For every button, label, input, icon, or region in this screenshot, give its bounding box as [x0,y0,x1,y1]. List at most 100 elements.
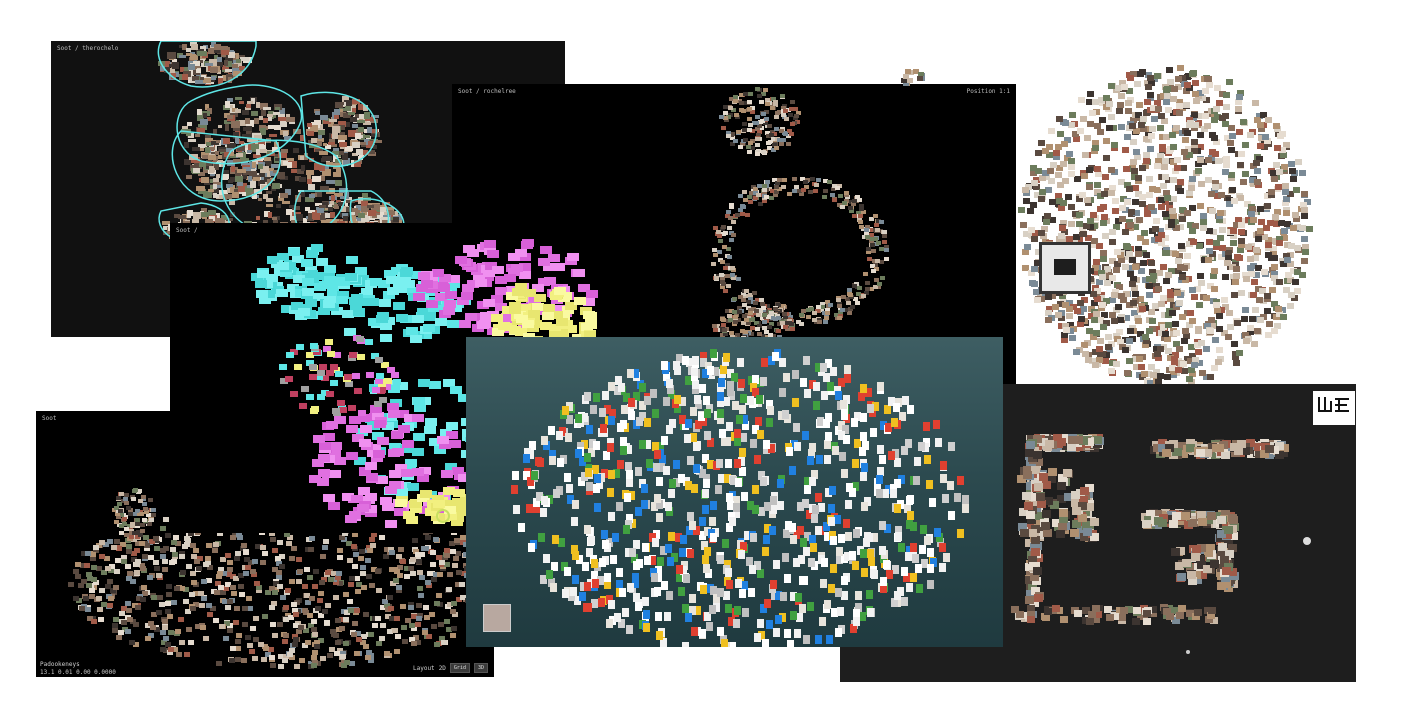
thumbnail[interactable] [1300,213,1308,220]
thumbnail[interactable] [92,544,99,550]
thumbnail[interactable] [871,249,877,254]
thumbnail[interactable] [134,558,141,564]
thumbnail[interactable] [1124,133,1132,140]
thumbnail[interactable] [212,542,219,548]
thumbnail[interactable] [1206,248,1214,255]
thumbnail[interactable] [864,227,869,232]
thumbnail[interactable] [1175,76,1183,83]
thumbnail[interactable] [1217,515,1227,524]
thumbnail[interactable] [762,320,768,325]
thumbnail[interactable] [1171,321,1179,328]
thumbnail[interactable] [436,593,443,599]
thumbnail[interactable] [1167,292,1175,299]
thumbnail[interactable] [1098,273,1106,280]
thumbnail[interactable] [1158,146,1166,153]
thumbnail[interactable] [721,224,727,229]
thumbnail[interactable] [904,69,911,75]
thumbnail[interactable] [270,663,277,669]
thumbnail[interactable] [1040,522,1050,531]
thumbnail[interactable] [1175,612,1184,620]
thumbnail[interactable] [754,86,760,91]
thumbnail[interactable] [424,535,431,541]
thumbnail[interactable] [178,639,185,645]
thumbnail[interactable] [336,570,343,576]
thumbnail[interactable] [1109,311,1117,318]
thumbnail[interactable] [324,602,331,608]
thumbnail[interactable] [1030,164,1038,171]
thumbnail[interactable] [1154,163,1162,170]
thumbnail[interactable] [174,628,181,634]
thumbnail[interactable] [184,541,191,547]
thumbnail[interactable] [75,561,82,567]
thumbnail[interactable] [1096,129,1104,136]
thumbnail[interactable] [1203,295,1211,302]
thumbnail[interactable] [85,550,92,556]
thumbnail[interactable] [203,561,210,567]
thumbnail[interactable] [1189,71,1197,78]
thumbnail[interactable] [1205,228,1213,235]
thumbnail[interactable] [291,545,298,551]
thumbnail[interactable] [1184,129,1192,136]
thumbnail[interactable] [1041,614,1050,622]
thumbnail[interactable] [1062,469,1072,478]
thumbnail[interactable] [1100,190,1108,197]
thumbnail[interactable] [761,91,767,96]
thumbnail[interactable] [375,640,382,646]
thumbnail[interactable] [189,605,196,611]
thumbnail[interactable] [120,619,127,625]
thumbnail[interactable] [1302,249,1310,256]
thumbnail[interactable] [769,105,775,110]
thumbnail[interactable] [1177,242,1185,249]
thumbnail[interactable] [399,559,406,565]
thumbnail[interactable] [1059,224,1067,231]
thumbnail[interactable] [1175,300,1183,307]
thumbnail[interactable] [242,622,249,628]
thumbnail[interactable] [1184,252,1192,259]
thumbnail[interactable] [321,608,328,614]
thumbnail[interactable] [1237,150,1245,157]
thumbnail[interactable] [1222,161,1230,168]
thumbnail[interactable] [1205,176,1213,183]
app-window-icon[interactable] [1039,242,1091,294]
thumbnail[interactable] [1108,239,1116,246]
thumbnail[interactable] [297,625,304,631]
thumbnail[interactable] [1194,349,1202,356]
thumbnail[interactable] [334,618,341,624]
thumbnail[interactable] [333,633,339,639]
thumbnail[interactable] [1185,121,1193,128]
thumbnail[interactable] [450,633,457,639]
thumbnail[interactable] [1068,164,1076,171]
thumbnail[interactable] [1187,185,1195,192]
thumbnail[interactable] [268,646,275,652]
thumbnail[interactable] [865,235,871,240]
thumbnail[interactable] [389,549,396,555]
thumbnail[interactable] [1188,175,1196,182]
thumbnail[interactable] [1282,182,1290,189]
thumbnail[interactable] [775,181,781,186]
thumbnail[interactable] [1216,312,1224,319]
thumbnail[interactable] [1272,161,1280,168]
thumbnail[interactable] [1135,216,1143,223]
thumbnail[interactable] [1131,291,1139,298]
thumbnail[interactable] [1178,215,1186,222]
thumbnail[interactable] [119,611,126,617]
thumbnail[interactable] [1241,141,1249,148]
thumbnail[interactable] [1176,263,1184,270]
thumbnail[interactable] [299,657,306,663]
thumbnail[interactable] [767,324,773,329]
thumbnail[interactable] [237,583,244,589]
thumbnail[interactable] [720,279,726,284]
thumbnail[interactable] [1287,303,1295,310]
thumbnail[interactable] [161,558,168,564]
thumbnail[interactable] [721,245,727,250]
thumbnail[interactable] [1293,186,1301,193]
thumbnail[interactable] [126,576,133,582]
thumbnail[interactable] [792,106,798,111]
thumbnail[interactable] [1066,235,1074,242]
thumbnail[interactable] [288,556,295,562]
thumbnail[interactable] [1024,243,1032,250]
thumbnail[interactable] [419,551,426,557]
thumbnail[interactable] [1108,114,1116,121]
thumbnail[interactable] [834,185,840,190]
thumbnail[interactable] [1164,272,1172,279]
